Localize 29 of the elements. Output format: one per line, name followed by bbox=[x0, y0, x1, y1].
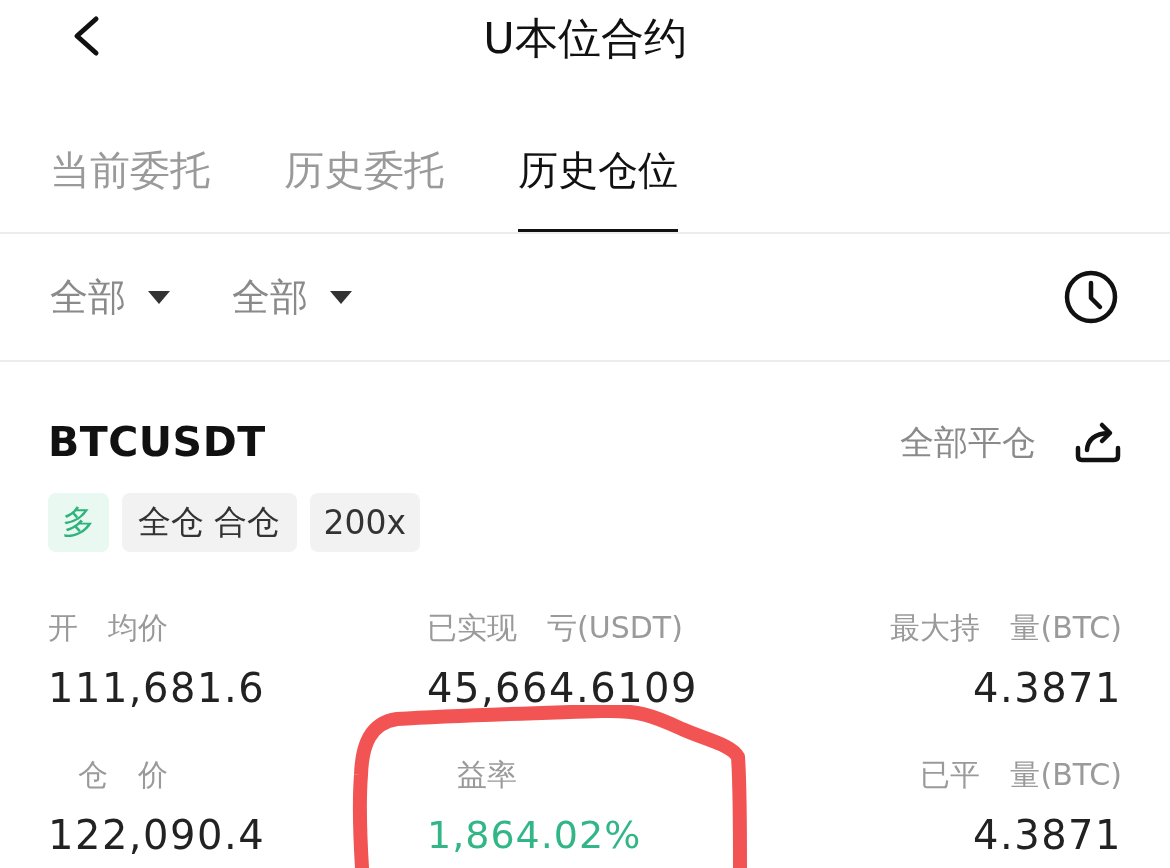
metric-label: 最大持 量(BTC) bbox=[890, 609, 1122, 647]
tab[interactable]: 历史委托 bbox=[284, 75, 444, 232]
metric-value: 111,681.6 bbox=[48, 664, 267, 713]
metric-label: 已实现 亏(USDT) bbox=[427, 609, 684, 647]
metric-label: 已平 量(BTC) bbox=[920, 756, 1122, 794]
filter-dropdown[interactable]: 全部 bbox=[232, 273, 352, 321]
metric-label: 仓 价 bbox=[77, 756, 169, 794]
caret-icon bbox=[330, 290, 352, 304]
clock-icon bbox=[1064, 270, 1118, 324]
page-title: U本位合约 bbox=[483, 11, 687, 64]
metric-value: 122,090.4 bbox=[48, 811, 267, 860]
close-all-button[interactable]: 全部平仓 bbox=[900, 420, 1036, 464]
metric-label: 益率 bbox=[456, 756, 518, 794]
share-button[interactable] bbox=[1074, 420, 1122, 464]
caret-icon bbox=[148, 290, 170, 304]
metric-value: 4.3871 bbox=[973, 664, 1122, 713]
leverage-tag: 200x bbox=[309, 493, 421, 552]
filter-dropdown[interactable]: 全部 bbox=[50, 273, 170, 321]
metric-value: 4.3871 bbox=[973, 811, 1122, 860]
margin-mode-tag: 全仓 合仓 bbox=[122, 493, 297, 552]
tab[interactable]: 历史仓位 bbox=[518, 75, 678, 232]
metric-label: 开 均价 bbox=[48, 609, 169, 647]
symbol-title: BTCUSDT bbox=[48, 417, 266, 467]
tab[interactable]: 当前委托 bbox=[50, 75, 210, 232]
side-tag: 多 bbox=[48, 493, 109, 552]
share-icon bbox=[1074, 420, 1122, 464]
metric-value: 1,864.02% bbox=[427, 812, 643, 859]
history-button[interactable] bbox=[1064, 270, 1118, 324]
metric-value: 45,664.6109 bbox=[427, 664, 699, 713]
